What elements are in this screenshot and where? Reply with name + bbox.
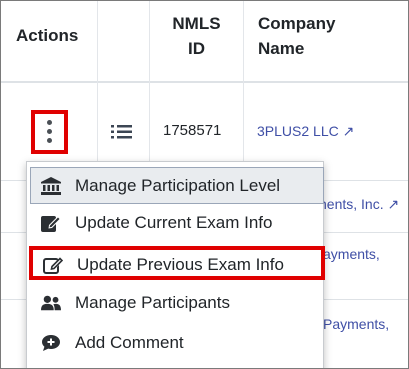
column-header-company-label-2: Name bbox=[258, 39, 305, 58]
nmls-id-cell: 1758571 bbox=[163, 122, 222, 139]
column-header-actions: Actions bbox=[1, 1, 97, 83]
column-header-nmls-id[interactable]: NMLS ID bbox=[149, 1, 243, 83]
edit-outline-icon bbox=[43, 257, 63, 274]
edit-icon bbox=[41, 216, 61, 232]
column-header-details bbox=[97, 1, 149, 83]
comment-plus-icon bbox=[42, 335, 60, 351]
menu-item-label: Manage Participation Level bbox=[75, 176, 281, 195]
row-actions-kebab-button[interactable] bbox=[31, 110, 68, 154]
column-header-actions-label: Actions bbox=[16, 26, 79, 45]
menu-item-label: Add Comment bbox=[75, 333, 184, 352]
company-name-link[interactable]: 3PLUS2 LLC ↗ bbox=[257, 123, 354, 140]
menu-item-label: Update Previous Exam Info bbox=[77, 255, 284, 274]
bank-icon bbox=[41, 177, 61, 195]
kebab-dot bbox=[47, 138, 52, 143]
menu-item-label: Manage Participants bbox=[75, 293, 230, 312]
data-table-panel: Actions NMLS ID Company Name 1758571 3PL… bbox=[0, 0, 409, 369]
users-icon bbox=[41, 295, 61, 311]
column-header-company-name[interactable]: Company Name bbox=[243, 1, 408, 83]
menu-item-label: Update Current Exam Info bbox=[75, 213, 273, 232]
list-details-icon[interactable] bbox=[111, 125, 133, 139]
company-name-link-truncated[interactable]: Payments, bbox=[323, 316, 389, 332]
menu-item-update-current-exam-info[interactable]: Update Current Exam Info bbox=[27, 204, 325, 242]
column-header-nmls-label-2: ID bbox=[188, 39, 205, 58]
menu-item-add-comment[interactable]: Add Comment bbox=[27, 324, 325, 362]
column-header-company-label-1: Company bbox=[258, 14, 336, 33]
menu-item-manage-participants[interactable]: Manage Participants bbox=[27, 284, 325, 322]
column-header-nmls-label-1: NMLS bbox=[172, 14, 221, 33]
menu-item-update-previous-exam-info[interactable]: Update Previous Exam Info bbox=[29, 246, 325, 280]
kebab-dot bbox=[47, 120, 52, 125]
menu-item-manage-participation-level[interactable]: Manage Participation Level bbox=[30, 167, 324, 204]
table-header-row: Actions NMLS ID Company Name bbox=[1, 1, 408, 83]
company-name-link-truncated[interactable]: ayments, bbox=[323, 246, 380, 262]
kebab-dot bbox=[47, 129, 52, 134]
row-actions-dropdown-menu: Manage Participation Level Update Curren… bbox=[26, 161, 325, 368]
company-name-link-truncated[interactable]: nents, Inc. ↗ bbox=[319, 196, 399, 213]
